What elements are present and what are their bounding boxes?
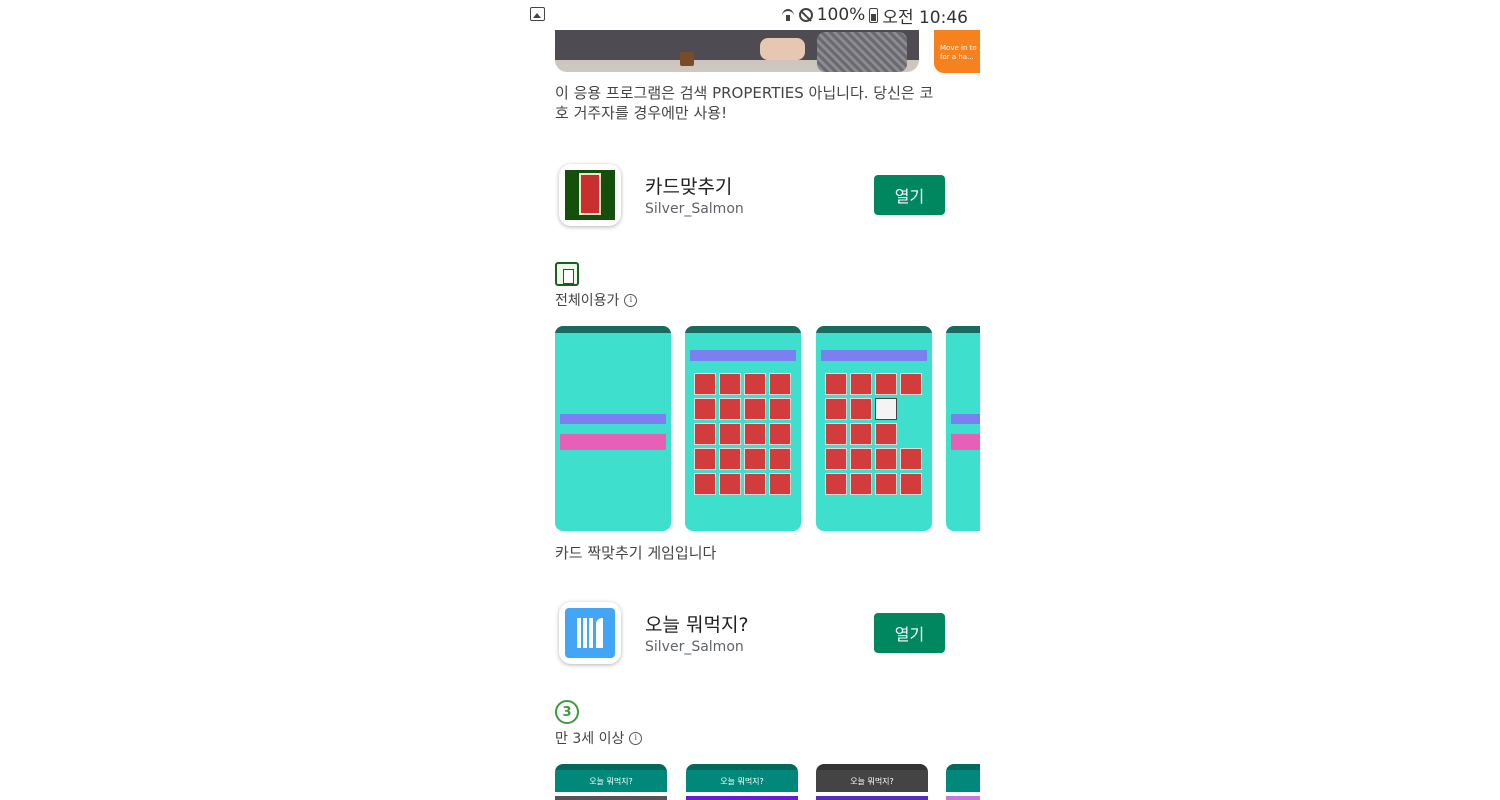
open-button[interactable]: 열기 bbox=[874, 613, 945, 653]
app-short-description: 카드 짝맞추기 게임입니다 bbox=[555, 544, 717, 562]
app-developer[interactable]: Silver_Salmon bbox=[645, 201, 744, 217]
rating-label[interactable]: 만 3세 이상 i bbox=[555, 728, 643, 748]
screenshot-title: 오늘 뭐먹지? bbox=[816, 770, 928, 792]
rating-3-icon: 3 bbox=[555, 700, 579, 724]
app-row-card-match[interactable]: 카드맞추기 Silver_Salmon 열기 bbox=[555, 164, 945, 234]
app-description: 이 응용 프로그램은 검색 PROPERTIES 아닙니다. 당신은 코호 거주… bbox=[555, 84, 934, 122]
screenshot-1[interactable] bbox=[555, 326, 671, 531]
rating-all-icon bbox=[555, 262, 579, 286]
card-grid bbox=[825, 373, 922, 495]
rating-text: 만 3세 이상 bbox=[555, 731, 625, 747]
status-bar: 100% 오전 10:46 bbox=[520, 0, 980, 30]
play-store-screen: 100% 오전 10:46 Move in to ... for a ha...… bbox=[520, 0, 980, 800]
screenshot-4[interactable] bbox=[946, 326, 980, 531]
info-icon[interactable]: i bbox=[624, 293, 638, 307]
screenshot-title: 오늘 뭐먹지? bbox=[686, 770, 798, 792]
clock: 오전 10:46 bbox=[882, 7, 968, 28]
app-title: 오늘 뭐먹지? bbox=[645, 614, 749, 636]
status-right: 100% 오전 10:46 bbox=[781, 4, 968, 28]
open-button[interactable]: 열기 bbox=[874, 175, 945, 215]
screenshot-food-4[interactable] bbox=[946, 764, 980, 800]
screenshot-start-button bbox=[560, 434, 666, 450]
banner-pouf bbox=[817, 32, 907, 72]
app-developer[interactable]: Silver_Salmon bbox=[645, 639, 744, 655]
screenshot-food-2[interactable]: 오늘 뭐먹지? bbox=[686, 764, 798, 800]
app-title: 카드맞추기 bbox=[645, 176, 733, 198]
screenshot-score-bar bbox=[560, 414, 666, 424]
rating-label[interactable]: 전체이용가 i bbox=[555, 290, 638, 310]
card-icon[interactable] bbox=[559, 164, 621, 226]
dnd-icon bbox=[798, 8, 813, 22]
battery-icon bbox=[869, 7, 879, 23]
screenshot-2[interactable] bbox=[685, 326, 801, 531]
screenshot-food-3[interactable]: 오늘 뭐먹지? bbox=[816, 764, 928, 800]
wifi-icon bbox=[781, 8, 795, 22]
banner-side-text: Move in to ... for a ha... bbox=[940, 44, 980, 61]
rating-text: 전체이용가 bbox=[555, 293, 620, 309]
battery-percent: 100% bbox=[816, 5, 866, 25]
screenshot-3[interactable] bbox=[816, 326, 932, 531]
screenshot-food-1[interactable]: 오늘 뭐먹지? bbox=[555, 764, 667, 800]
banner-sofa-leg bbox=[680, 52, 694, 66]
info-icon[interactable]: i bbox=[629, 731, 643, 745]
app-row-what-to-eat[interactable]: 오늘 뭐먹지? Silver_Salmon 열기 bbox=[555, 602, 945, 672]
gallery-icon bbox=[530, 7, 545, 21]
card-grid bbox=[694, 373, 791, 495]
banner-feet bbox=[760, 38, 805, 60]
utensils-icon[interactable] bbox=[559, 602, 621, 664]
screenshot-title: 오늘 뭐먹지? bbox=[555, 770, 667, 792]
